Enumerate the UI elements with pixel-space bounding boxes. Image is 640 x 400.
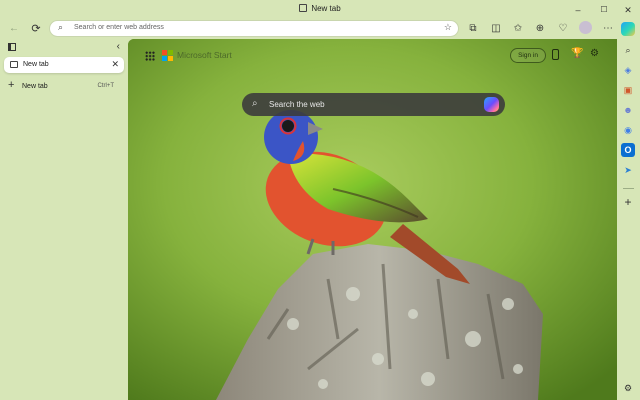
brand-name: Microsoft Start [177,50,232,60]
plus-icon: + [8,79,15,91]
toolbar: ← ⟳ ⌕ Search or enter web address ☆ ⧉ ◫ … [0,19,640,39]
browser-essentials-icon[interactable]: ♡ [555,21,571,37]
tab-label: New tab [23,61,49,68]
phone-icon[interactable] [552,49,559,60]
new-tab-button[interactable]: + New tab Ctrl+T [4,79,124,94]
collections-icon[interactable]: ⊕ [532,21,548,37]
close-window-button[interactable]: ✕ [616,2,640,18]
copilot-icon[interactable] [484,97,499,112]
profile-avatar[interactable] [579,21,592,34]
favorites-icon[interactable]: ✩ [510,21,526,37]
search-icon: ⌕ [252,98,258,109]
new-tab-page: Microsoft Start Sign in 🏆 ⚙ ⌕ Search the… [128,39,617,400]
microsoft-365-icon[interactable]: ◉ [621,123,635,137]
games-icon[interactable]: ☻ [621,103,635,117]
tab-page-icon [299,4,308,12]
address-bar[interactable]: ⌕ Search or enter web address ☆ [50,21,458,36]
address-placeholder: Search or enter web address [74,24,164,31]
favorite-star-icon[interactable]: ☆ [444,22,452,33]
sidebar-header: ‹ [4,41,124,56]
search-icon: ⌕ [58,22,64,32]
close-tab-icon[interactable]: ✕ [111,59,119,70]
split-screen-icon[interactable]: ◫ [488,21,504,37]
more-options-icon[interactable]: ⋯ [600,21,616,37]
tab-actions-icon[interactable] [8,43,16,51]
rail-divider [623,188,634,189]
copilot-icon[interactable] [621,22,635,36]
window-title: New tab [0,4,640,13]
tools-bag-icon[interactable]: ▣ [621,83,635,97]
tab-page-icon [10,61,18,68]
web-search-box[interactable]: ⌕ Search the web [242,93,505,116]
rewards-trophy-icon[interactable]: 🏆 [571,48,583,59]
window-title-text: New tab [311,4,341,13]
minimize-button[interactable]: – [566,2,590,18]
shopping-tag-icon[interactable]: ◈ [621,63,635,77]
new-tab-shortcut: Ctrl+T [97,83,115,89]
vertical-tabs-sidebar: ‹ [0,40,128,400]
outlook-icon[interactable]: O [621,143,635,157]
collapse-pane-icon[interactable]: ‹ [117,41,120,52]
sidebar-settings-icon[interactable]: ⚙ [621,381,635,395]
search-placeholder: Search the web [269,100,325,109]
add-icon[interactable]: + [621,195,635,209]
right-sidebar: ⌕ ◈ ▣ ☻ ◉ O ➤ + ⚙ [617,39,640,400]
extensions-icon[interactable]: ⧉ [465,21,481,37]
new-tab-label: New tab [22,83,48,90]
sign-in-button[interactable]: Sign in [510,48,546,63]
title-bar: New tab – ☐ ✕ [0,0,640,20]
drop-send-icon[interactable]: ➤ [621,163,635,177]
tab-new-tab[interactable]: New tab ✕ [4,57,124,73]
microsoft-logo-icon [162,50,173,61]
apps-grid-icon[interactable] [145,51,155,61]
maximize-button[interactable]: ☐ [592,2,616,18]
search-icon[interactable]: ⌕ [621,43,635,57]
back-icon[interactable]: ← [6,21,22,37]
refresh-icon[interactable]: ⟳ [28,21,44,37]
page-settings-icon[interactable]: ⚙ [590,48,599,59]
